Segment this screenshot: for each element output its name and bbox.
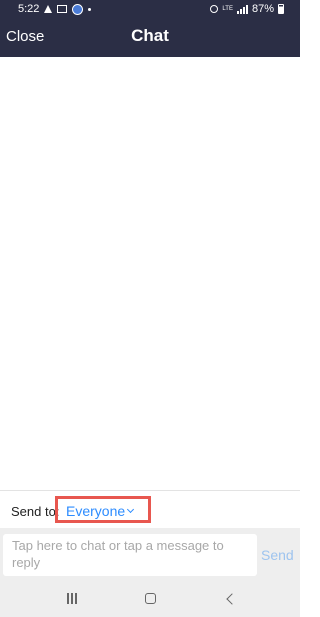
send-button[interactable]: Send	[261, 547, 294, 563]
alarm-icon	[210, 5, 219, 13]
chat-message-list[interactable]	[0, 57, 300, 490]
zoom-notification-icon	[72, 3, 84, 15]
send-to-label: Send to:	[11, 504, 60, 519]
status-bar: 5:22 LTE 87%	[0, 0, 300, 20]
header: Close Chat	[0, 20, 300, 57]
warning-icon	[44, 5, 53, 13]
status-time: 5:22	[18, 3, 40, 15]
battery-icon	[278, 4, 284, 14]
status-right: LTE 87%	[210, 3, 284, 15]
lte-icon: LTE	[222, 6, 233, 12]
status-left: 5:22	[18, 3, 92, 15]
composer-bar: Send	[0, 528, 300, 580]
chat-input[interactable]	[3, 534, 257, 576]
top-bar: 5:22 LTE 87% Close Chat	[0, 0, 300, 57]
chat-screen: 5:22 LTE 87% Close Chat Send to: Everyon…	[0, 0, 300, 617]
dot-icon	[88, 7, 92, 11]
signal-icon	[236, 4, 248, 14]
page-title: Chat	[131, 26, 169, 45]
back-icon[interactable]	[226, 593, 238, 605]
recents-icon[interactable]	[67, 593, 77, 604]
system-nav-bar	[0, 580, 300, 617]
image-notification-icon	[57, 5, 68, 13]
highlight-box	[55, 496, 151, 523]
battery-percent: 87%	[251, 3, 274, 15]
home-icon[interactable]	[145, 593, 156, 604]
